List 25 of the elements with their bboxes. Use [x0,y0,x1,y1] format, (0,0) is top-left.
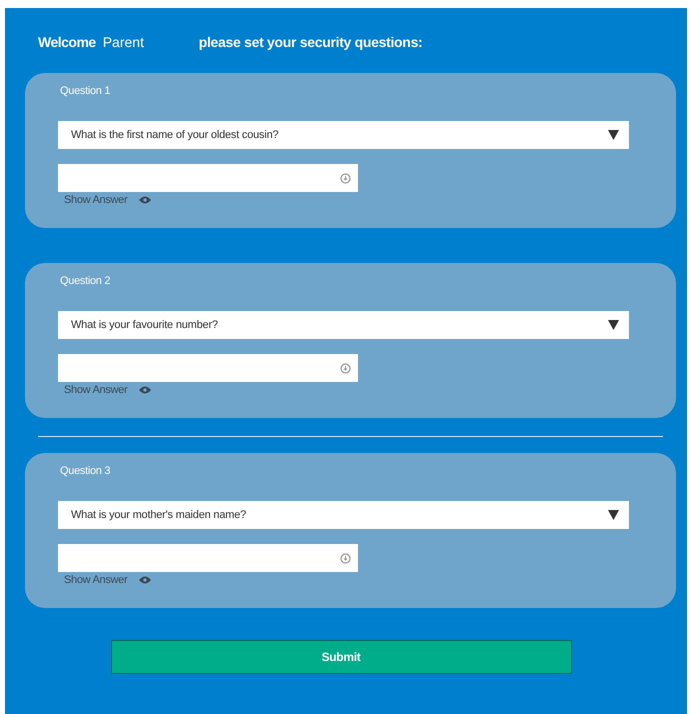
question-dropdown[interactable]: What is your mother's maiden name? [58,501,629,529]
question-dropdown[interactable]: What is your favourite number? [58,311,629,339]
answer-field[interactable] [58,354,358,382]
question-label: Question 2 [60,275,110,287]
eye-icon[interactable] [139,576,152,584]
caret-icon [608,130,619,140]
question-dropdown[interactable]: What is the first name of your oldest cousin? [58,121,629,149]
submit-button[interactable]: Submit [110,640,572,674]
question-label: Question 1 [60,85,110,97]
user-name: Parent [102,34,145,50]
eye-icon[interactable] [139,386,152,394]
welcome-text: Welcome [38,34,96,50]
show-answer-link[interactable]: Show Answer [64,574,128,586]
caret-icon [608,320,619,330]
eye-icon[interactable] [139,196,152,204]
answer-field[interactable] [58,544,358,572]
circle-icon [340,362,351,374]
question-label: Question 3 [60,465,110,477]
circle-icon [340,552,351,564]
answer-field[interactable] [58,164,358,192]
caret-icon [608,510,619,520]
circle-icon [340,172,351,184]
show-answer-link[interactable]: Show Answer [64,384,128,396]
show-answer-link[interactable]: Show Answer [64,194,128,206]
prompt-text: please set your security questions: [198,34,422,50]
